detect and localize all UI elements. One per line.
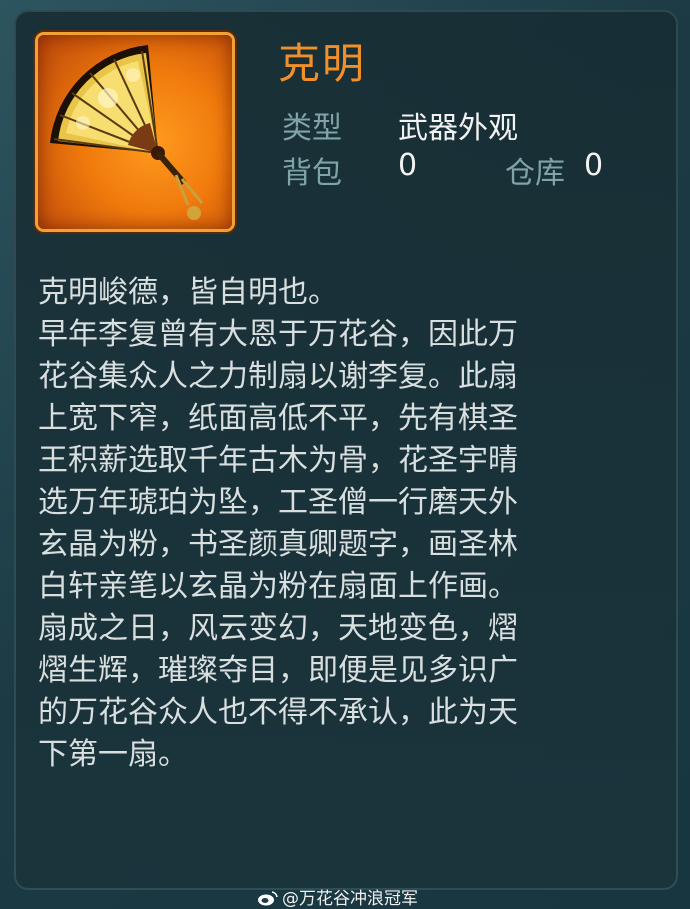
description-line: 花谷集众人之力制扇以谢李复。此扇 <box>38 359 518 394</box>
description-line: 下第一扇。 <box>38 737 188 772</box>
bag-count: 0 <box>398 148 418 183</box>
description-line: 上宽下窄，纸面高低不平，先有棋圣 <box>38 401 518 436</box>
watermark-text: @万花谷冲浪冠军 <box>282 889 418 909</box>
description-line: 熠生辉，璀璨夺目，即便是见多识广 <box>38 653 518 688</box>
weibo-watermark: @万花谷冲浪冠军 <box>257 884 418 909</box>
description-line: 王积薪选取千年古木为骨，花圣宇晴 <box>38 443 518 478</box>
description-line: 选万年琥珀为坠，工圣僧一行磨天外 <box>38 485 518 520</box>
type-label: 类型 <box>282 111 342 146</box>
description-line: 克明峻德，皆自明也。 <box>38 275 338 310</box>
item-name: 克明 <box>278 39 367 88</box>
storage-count: 0 <box>584 148 604 183</box>
weibo-logo-icon <box>258 891 278 906</box>
item-icon-frame <box>38 35 232 229</box>
golden-fan-icon <box>50 45 204 220</box>
type-value: 武器外观 <box>398 111 518 146</box>
description-line: 玄晶为粉，书圣颜真卿题字，画圣林 <box>38 527 518 562</box>
bag-label: 背包 <box>282 156 342 191</box>
item-description: 克明峻德，皆自明也。 早年李复曾有大恩于万花谷，因此万 花谷集众人之力制扇以谢李… <box>38 272 668 776</box>
description-line: 白轩亲笔以玄晶为粉在扇面上作画。 <box>38 569 518 604</box>
description-line: 早年李复曾有大恩于万花谷，因此万 <box>38 317 518 352</box>
storage-label: 仓库 <box>505 156 565 191</box>
description-line: 扇成之日，风云变幻，天地变色，熠 <box>38 611 518 646</box>
description-line: 的万花谷众人也不得不承认，此为天 <box>38 695 518 730</box>
